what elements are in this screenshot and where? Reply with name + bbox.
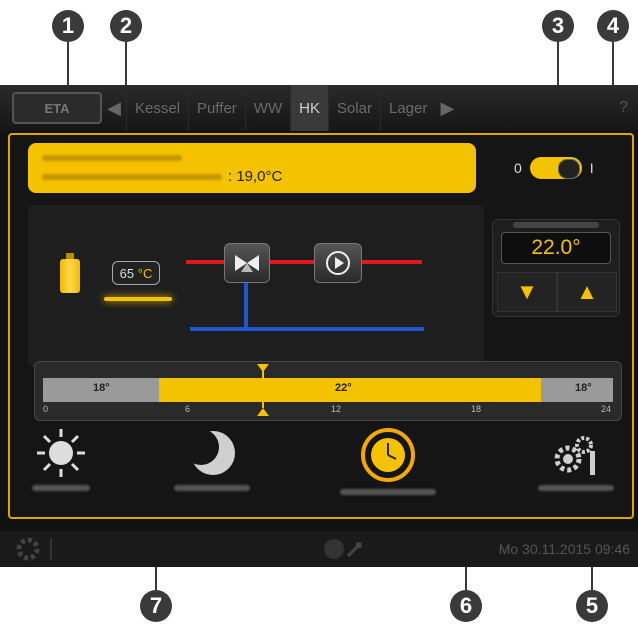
room-temperature-value: : 19,0°C — [228, 168, 283, 185]
status-bar: Mo 30.11.2015 09:46 — [0, 531, 638, 567]
callout-2: 2 — [110, 10, 142, 42]
setpoint-indicator-bar — [513, 222, 599, 228]
tab-scroll-left-icon[interactable]: ◀ — [102, 85, 126, 131]
timeline-segment-early: 18° — [43, 378, 159, 402]
status-info-box[interactable]: : 19,0°C — [28, 143, 476, 193]
tab-solar[interactable]: Solar — [327, 85, 380, 131]
setpoint-decrease-button[interactable]: ▼ — [497, 272, 557, 312]
mode-timer-label — [340, 489, 436, 495]
mode-timer[interactable] — [340, 427, 436, 495]
time-window-bar[interactable]: 18° 22° 18° 0 6 12 18 24 — [34, 361, 622, 421]
return-pipe-vertical — [244, 281, 248, 329]
tab-puffer[interactable]: Puffer — [188, 85, 245, 131]
supply-pipe-2 — [268, 260, 314, 264]
buffer-tank-icon[interactable] — [60, 259, 80, 293]
timeline-hour-18: 18 — [471, 404, 482, 414]
buffer-temp-indicator — [104, 297, 172, 301]
callout-5: 5 — [576, 590, 608, 622]
callout-4: 4 — [597, 10, 629, 42]
timeline-hour-24: 24 — [601, 404, 612, 414]
timeline-hour-0: 0 — [43, 404, 49, 414]
status-datetime: Mo 30.11.2015 09:46 — [498, 541, 630, 557]
setpoint-increase-button[interactable]: ▲ — [557, 272, 617, 312]
tab-hk[interactable]: HK — [290, 85, 328, 131]
callout-7: 7 — [140, 590, 172, 622]
callout-3: 3 — [542, 10, 574, 42]
timeline-segment-late-temp: 18° — [575, 382, 592, 394]
timeline-segment-late: 18° — [541, 378, 613, 402]
tab-kessel[interactable]: Kessel — [126, 85, 188, 131]
network-globe-icon[interactable] — [322, 536, 366, 562]
status-text-line-1 — [42, 155, 182, 161]
heating-circuit-schema: 65 °C — [28, 205, 484, 367]
tab-scroll-right-icon[interactable]: ▶ — [435, 85, 459, 131]
buffer-temp-value: 65 — [119, 265, 135, 281]
timeline-segment-day-temp: 22° — [335, 382, 352, 394]
buffer-temp-unit: °C — [137, 265, 153, 281]
moon-icon — [183, 429, 235, 475]
return-pipe-horizontal — [190, 327, 424, 331]
settings-gears-icon — [554, 436, 595, 475]
timeline-marker-base — [257, 408, 269, 416]
timeline-segment-day: 22° — [159, 378, 541, 402]
help-icon[interactable]: ? — [619, 99, 628, 117]
mixing-valve-icon[interactable] — [224, 243, 270, 283]
sun-icon — [37, 429, 85, 477]
tab-bar: ETA ◀ Kessel Puffer WW HK Solar Lager ▶ … — [0, 85, 638, 131]
timeline-hour-6: 6 — [185, 404, 191, 414]
pump-icon[interactable] — [314, 243, 362, 283]
timeline-segment-early-temp: 18° — [93, 382, 110, 394]
system-settings-icon[interactable] — [14, 535, 42, 563]
setpoint-display: 22.0° — [501, 232, 611, 264]
buffer-temp-badge: 65 °C — [112, 261, 160, 285]
timeline-marker-line — [262, 370, 264, 408]
on-off-switch: 0 I — [514, 157, 594, 179]
mode-settings-label — [538, 485, 614, 491]
timeline-hour-12: 12 — [331, 404, 342, 414]
switch-off-label: 0 — [514, 160, 522, 176]
switch-on-label: I — [589, 160, 594, 176]
callout-1: 1 — [52, 10, 84, 42]
heating-circuit-toggle[interactable] — [529, 157, 582, 179]
mode-night[interactable] — [174, 427, 250, 491]
mode-settings[interactable] — [538, 427, 614, 491]
mode-day-label — [32, 485, 90, 491]
callout-6: 6 — [450, 590, 482, 622]
eta-logo[interactable]: ETA — [12, 92, 102, 124]
tab-ww[interactable]: WW — [244, 85, 290, 131]
room-setpoint-control: 22.0° ▼ ▲ — [492, 219, 620, 317]
status-text-line-2 — [42, 174, 222, 180]
timer-clock-icon — [361, 428, 415, 482]
tab-lager[interactable]: Lager — [379, 85, 435, 131]
supply-pipe-3 — [360, 260, 422, 264]
mode-day[interactable] — [32, 427, 90, 491]
toggle-knob — [557, 159, 580, 179]
mode-night-label — [174, 485, 250, 491]
supply-pipe-1 — [186, 260, 226, 264]
status-divider — [50, 538, 52, 560]
heating-circuit-panel: : 19,0°C 0 I 65 °C 22.0° ▼ ▲ 18° 22° 18°… — [8, 133, 634, 519]
device-screen: ETA ◀ Kessel Puffer WW HK Solar Lager ▶ … — [0, 85, 638, 567]
